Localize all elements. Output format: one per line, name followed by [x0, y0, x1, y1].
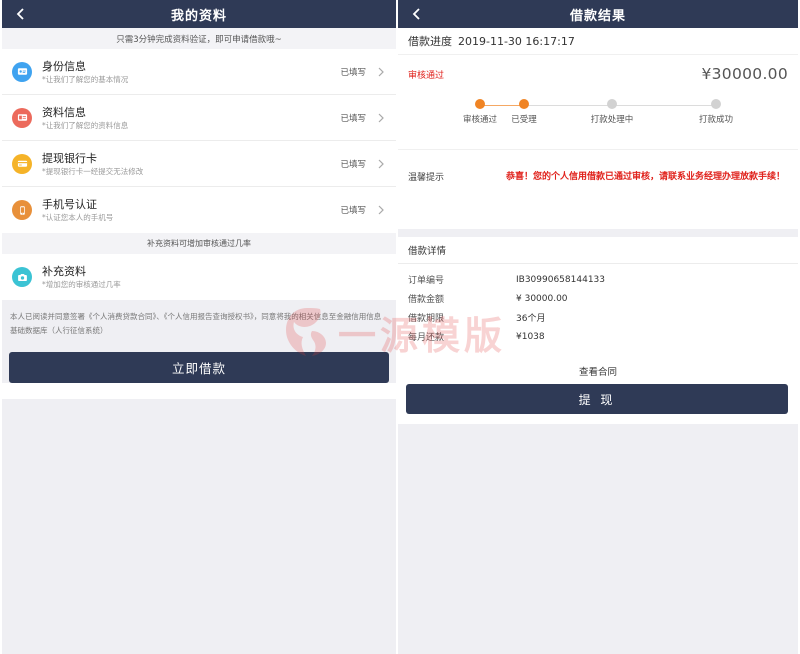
warm-tip: 温馨提示 恭喜！您的个人信用借款已通过审核，请联系业务经理办理放款手续！: [398, 149, 798, 229]
item-status: 已填写: [340, 113, 366, 124]
camera-icon: [12, 267, 32, 287]
progress-heading: 借款进度 2019-11-30 16:17:17: [398, 28, 798, 55]
chevron-left-icon: [16, 8, 24, 20]
item-subtitle: *让我们了解您的基本情况: [42, 74, 129, 84]
step-accepted: 已受理: [484, 99, 564, 125]
step-processing: 打款处理中: [572, 99, 652, 125]
left-navbar: 我的资料: [2, 0, 396, 28]
item-status: 已填写: [340, 159, 366, 170]
step-dot: [711, 99, 721, 109]
status-text: 审核通过: [408, 70, 445, 81]
loan-amount: ¥30000.00: [701, 65, 788, 83]
amount-row: 审核通过 ¥30000.00: [398, 55, 798, 93]
borrow-now-button[interactable]: 立即借款: [9, 352, 389, 383]
list-item-supplement[interactable]: 补充资料 *增加您的审核通过几率: [2, 254, 396, 300]
list-item-bank-card[interactable]: 提现银行卡 *提现银行卡一经提交无法修改 已填写: [2, 141, 396, 187]
detail-key: 借款金额: [408, 295, 445, 305]
submit-wrap: 立即借款: [2, 346, 396, 383]
detail-value: ¥ 30000.00: [516, 293, 568, 304]
list-item-profile[interactable]: 资料信息 *让我们了解您的资料信息 已填写: [2, 95, 396, 141]
right-screen: 借款结果 借款进度 2019-11-30 16:17:17 审核通过 ¥3000…: [398, 0, 798, 654]
step-dot: [607, 99, 617, 109]
chevron-right-icon: [374, 205, 388, 215]
left-screen: 我的资料 只需3分钟完成资料验证，即可申请借款哦~ 身份信息 *让我们了解您的基…: [2, 0, 396, 654]
view-contract-link[interactable]: 查看合同: [398, 358, 798, 384]
verification-hint: 只需3分钟完成资料验证，即可申请借款哦~: [2, 28, 396, 49]
phone-icon: [12, 200, 32, 220]
agreement-text: 本人已阅读并同意签署《个人消费贷款合同》、《个人信用报告查询授权书》，同意将我的…: [10, 312, 382, 335]
chevron-right-icon: [374, 159, 388, 169]
id-card-icon: [12, 61, 32, 82]
supplement-list: 补充资料 *增加您的审核通过几率: [2, 254, 396, 300]
bank-card-icon: [12, 153, 32, 174]
progress-steps: 审核通过 已受理 打款处理中 打款成功: [398, 93, 798, 149]
item-subtitle: *提现银行卡一经提交无法修改: [42, 166, 144, 176]
item-title: 手机号认证: [42, 198, 97, 211]
back-button[interactable]: [406, 0, 428, 28]
item-title: 补充资料: [42, 265, 86, 278]
page-title: 借款结果: [569, 8, 626, 24]
detail-value: IB30990658144133: [516, 274, 605, 285]
detail-row-amount: 借款金额 ¥ 30000.00: [398, 289, 798, 308]
right-bottom-spacer: [398, 414, 798, 424]
warm-tip-label: 温馨提示: [408, 173, 445, 183]
step-label: 打款成功: [698, 115, 733, 125]
list-item-identity[interactable]: 身份信息 *让我们了解您的基本情况 已填写: [2, 49, 396, 95]
detail-key: 订单编号: [408, 276, 445, 286]
item-status: 已填写: [340, 206, 366, 216]
page-title: 我的资料: [170, 8, 227, 24]
left-bottom-spacer: [2, 383, 396, 399]
chevron-left-icon: [412, 8, 420, 20]
right-navbar: 借款结果: [398, 0, 798, 28]
section-gap: [398, 229, 798, 237]
detail-value: 36个月: [516, 314, 546, 324]
chevron-right-icon: [374, 67, 388, 77]
detail-row-term: 借款期限 36个月: [398, 308, 798, 327]
chevron-right-icon: [374, 113, 388, 123]
profile-card-icon: [12, 107, 32, 128]
step-label: 已受理: [511, 115, 537, 125]
detail-value: ¥1038: [516, 331, 545, 342]
item-subtitle: *认证您本人的手机号: [42, 213, 114, 222]
profile-list: 身份信息 *让我们了解您的基本情况 已填写 资料信息 *让我们了解您的资料信息 …: [2, 49, 396, 233]
item-title: 资料信息: [42, 105, 86, 119]
item-subtitle: *增加您的审核通过几率: [42, 280, 121, 289]
step-success: 打款成功: [676, 99, 756, 125]
withdraw-wrap: 提 现: [398, 384, 798, 414]
item-title: 身份信息: [42, 59, 86, 73]
item-title: 提现银行卡: [42, 151, 97, 165]
progress-card: 借款进度 2019-11-30 16:17:17 审核通过 ¥30000.00 …: [398, 28, 798, 229]
progress-label: 借款进度: [408, 35, 452, 48]
step-dot: [519, 99, 529, 109]
detail-key: 每月还款: [408, 333, 445, 343]
item-subtitle: *让我们了解您的资料信息: [42, 120, 129, 130]
supplement-hint: 补充资料可增加审核通过几率: [2, 233, 396, 254]
progress-time: 2019-11-30 16:17:17: [458, 34, 575, 48]
step-label: 打款处理中: [590, 115, 634, 125]
withdraw-button[interactable]: 提 现: [406, 384, 788, 414]
detail-row-order: 订单编号 IB30990658144133: [398, 270, 798, 289]
detail-title: 借款详情: [398, 237, 798, 264]
detail-row-monthly: 每月还款 ¥1038: [398, 327, 798, 346]
warm-tip-text: 恭喜！您的个人信用借款已通过审核，请联系业务经理办理放款手续！: [506, 172, 786, 182]
list-item-phone[interactable]: 手机号认证 *认证您本人的手机号 已填写: [2, 187, 396, 233]
back-button[interactable]: [10, 0, 32, 28]
item-status: 已填写: [340, 67, 366, 78]
detail-key: 借款期限: [408, 314, 445, 324]
detail-card: 借款详情 订单编号 IB30990658144133 借款金额 ¥ 30000.…: [398, 237, 798, 424]
